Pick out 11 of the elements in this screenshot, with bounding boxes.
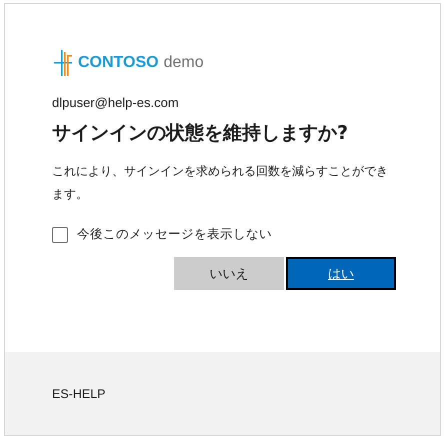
- yes-button[interactable]: はい: [286, 257, 396, 290]
- brand-suffix: demo: [164, 54, 204, 72]
- footer-text: ES-HELP: [52, 386, 106, 400]
- no-button[interactable]: いいえ: [174, 257, 284, 290]
- dialog-title: サインインの状態を維持しますか?: [52, 121, 350, 146]
- dialog-description: これにより、サインインを求められる回数を減らすことができます。: [52, 163, 389, 203]
- checkbox-label: 今後このメッセージを表示しない: [77, 226, 272, 243]
- account-email: dlpuser@help-es.com: [52, 95, 180, 110]
- logo-icon: [54, 50, 72, 76]
- brand-name: CONTOSO: [78, 54, 159, 72]
- checkbox[interactable]: [52, 226, 68, 242]
